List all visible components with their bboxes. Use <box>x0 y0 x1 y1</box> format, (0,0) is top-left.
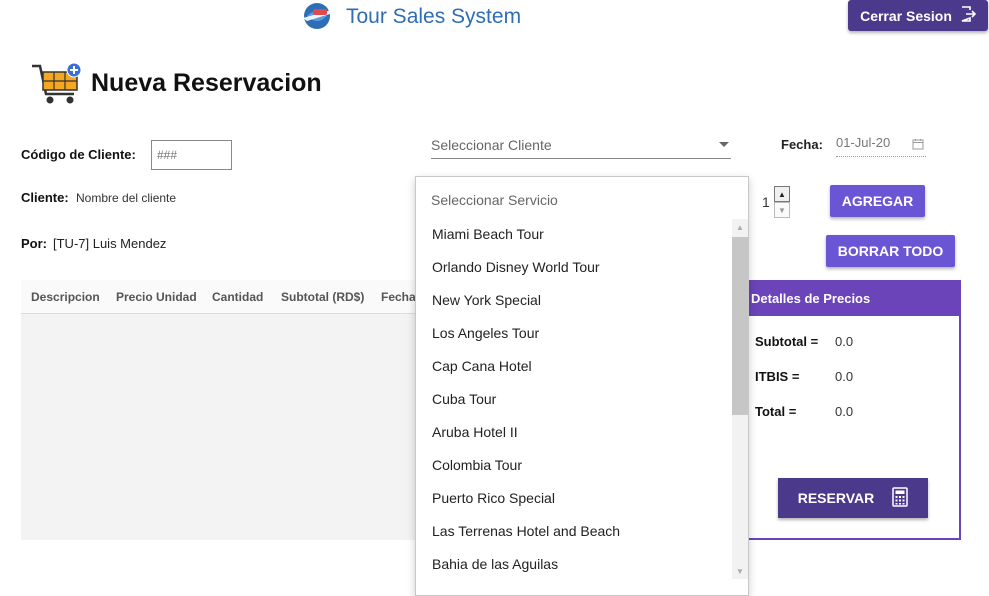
quantity-value[interactable]: 1 <box>762 194 770 210</box>
total-value: 0.0 <box>835 404 854 419</box>
cliente-name: Nombre del cliente <box>76 191 177 205</box>
quantity-stepper[interactable]: 1 ▲ ▼ <box>748 186 790 218</box>
por-label: Por: <box>21 236 47 251</box>
reserve-button[interactable]: RESERVAR <box>778 478 928 518</box>
column-header-precio-unidad[interactable]: Precio Unidad <box>106 290 202 304</box>
service-option[interactable]: New York Special <box>416 283 732 316</box>
table-header: Descripcion Precio Unidad Cantidad Subto… <box>21 280 422 314</box>
scrollbar-thumb[interactable] <box>732 237 748 415</box>
client-select-placeholder: Seleccionar Cliente <box>431 137 552 153</box>
service-option[interactable]: Los Angeles Tour <box>416 316 732 349</box>
fecha-label: Fecha: <box>781 137 823 152</box>
service-list: Miami Beach Tour Orlando Disney World To… <box>416 217 732 580</box>
column-header-subtotal[interactable]: Subtotal (RD$) <box>271 290 371 304</box>
reservation-table: Descripcion Precio Unidad Cantidad Subto… <box>21 280 422 540</box>
service-option[interactable]: Bahia de las Aguilas <box>416 547 732 580</box>
itbis-label: ITBIS = <box>755 369 800 384</box>
service-option[interactable]: Miami Beach Tour <box>416 217 732 250</box>
price-details-panel: Detalles de Precios Subtotal = 0.0 ITBIS… <box>745 280 961 540</box>
service-option[interactable]: Aruba Hotel II <box>416 415 732 448</box>
service-option[interactable]: Colombia Tour <box>416 448 732 481</box>
cliente-label: Cliente: <box>21 190 69 205</box>
page-title: Nueva Reservacion <box>91 69 322 97</box>
app-title: Tour Sales System <box>346 5 522 28</box>
service-select-placeholder[interactable]: Seleccionar Servicio <box>431 192 558 208</box>
subtotal-value: 0.0 <box>835 334 854 349</box>
increment-icon[interactable]: ▲ <box>774 186 790 202</box>
logout-button[interactable]: Cerrar Sesion <box>848 0 988 31</box>
calendar-icon[interactable] <box>912 138 924 150</box>
column-header-cantidad[interactable]: Cantidad <box>202 290 271 304</box>
date-picker[interactable]: 01-Jul-20 <box>836 135 926 157</box>
column-header-descripcion[interactable]: Descripcion <box>21 290 106 304</box>
service-dropdown[interactable]: Seleccionar Servicio Miami Beach Tour Or… <box>415 176 749 596</box>
service-option[interactable]: Cap Cana Hotel <box>416 349 732 382</box>
column-header-fecha[interactable]: Fecha I <box>371 290 422 304</box>
logout-label: Cerrar Sesion <box>860 7 952 24</box>
clear-all-button[interactable]: BORRAR TODO <box>826 235 955 267</box>
itbis-value: 0.0 <box>835 369 854 384</box>
date-value: 01-Jul-20 <box>836 135 891 150</box>
logout-icon <box>960 6 977 25</box>
scroll-down-icon[interactable]: ▼ <box>732 563 748 579</box>
service-option[interactable]: Cuba Tour <box>416 382 732 415</box>
dropdown-scrollbar[interactable]: ▲ ▼ <box>732 219 748 579</box>
calculator-icon <box>892 486 908 510</box>
shopping-cart-icon <box>30 60 82 108</box>
price-panel-title: Detalles de Precios <box>747 282 959 316</box>
chevron-down-icon <box>719 142 729 147</box>
por-value: [TU-7] Luis Mendez <box>53 236 167 251</box>
total-label: Total = <box>755 404 797 419</box>
service-option[interactable]: Puerto Rico Special <box>416 481 732 514</box>
reserve-label: RESERVAR <box>797 490 875 506</box>
service-option[interactable]: Las Terrenas Hotel and Beach <box>416 514 732 547</box>
scroll-up-icon[interactable]: ▲ <box>732 219 748 235</box>
decrement-icon[interactable]: ▼ <box>774 202 790 218</box>
codigo-cliente-input[interactable] <box>151 140 232 170</box>
client-select[interactable]: Seleccionar Cliente <box>431 133 731 159</box>
add-button[interactable]: AGREGAR <box>830 185 925 217</box>
subtotal-label: Subtotal = <box>755 334 819 349</box>
service-option[interactable]: Orlando Disney World Tour <box>416 250 732 283</box>
codigo-label: Código de Cliente: <box>21 147 136 162</box>
app-logo <box>297 0 337 32</box>
